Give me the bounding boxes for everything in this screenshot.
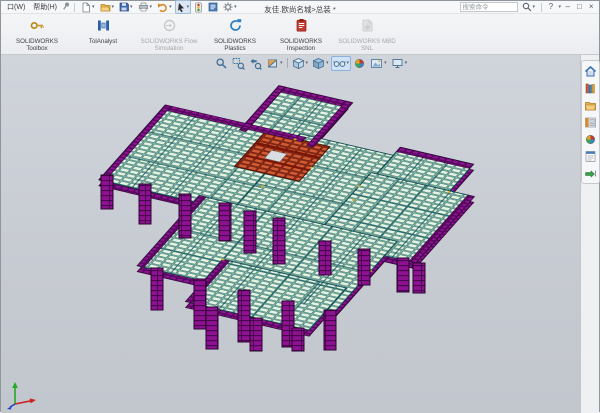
divider xyxy=(74,3,75,12)
addin-mbd-button: SOLIDWORKS MBD SNL xyxy=(335,17,399,52)
display-style-button[interactable]: ▾ xyxy=(310,56,331,71)
dropdown-caret-icon: ▾ xyxy=(306,61,309,66)
plastics-icon xyxy=(228,18,243,38)
dropdown-caret-icon: ▾ xyxy=(533,5,536,10)
solidworks-window: 口(W) 帮助(H) ▾ ▾ ▾ ▾ ▾ ▾ ▾ 友佳.欧尚名城>总装 * ▾ … xyxy=(0,0,600,412)
divider xyxy=(541,3,542,12)
view-settings-button[interactable]: ▾ xyxy=(389,56,410,71)
addin-tolanalyst-button[interactable]: TolAnalyst xyxy=(71,17,135,46)
addin-flow-simulation-button: SOLIDWORKS Flow Simulation xyxy=(137,17,201,52)
restore-button[interactable]: □ xyxy=(574,3,584,11)
save-button[interactable]: ▾ xyxy=(117,0,135,14)
solidworks-forum-button[interactable] xyxy=(583,166,597,180)
addin-label: TolAnalyst xyxy=(73,39,133,46)
dropdown-caret-icon: ▾ xyxy=(130,5,133,10)
undo-button[interactable]: ▾ xyxy=(155,0,174,14)
dropdown-caret-icon: ▾ xyxy=(559,5,562,10)
view-orientation-button[interactable]: ▾ xyxy=(290,56,311,71)
mbd-icon xyxy=(360,18,375,38)
design-library-button[interactable] xyxy=(583,81,597,95)
appearances-scenes-button[interactable] xyxy=(583,132,597,146)
new-document-button[interactable]: ▾ xyxy=(79,0,97,14)
dropdown-caret-icon: ▾ xyxy=(92,5,95,10)
pin-icon[interactable] xyxy=(62,1,70,13)
divider xyxy=(287,58,288,68)
dropdown-caret-icon: ▾ xyxy=(187,5,190,10)
dropdown-caret-icon: ▾ xyxy=(150,5,153,10)
search-input[interactable] xyxy=(460,2,518,12)
addin-toolbox-button[interactable]: SOLIDWORKS Toolbox xyxy=(5,17,69,52)
previous-view-button[interactable] xyxy=(247,56,264,71)
view-palette-button[interactable] xyxy=(583,115,597,129)
select-button[interactable]: ▾ xyxy=(175,0,192,14)
file-properties-button[interactable] xyxy=(206,0,220,14)
custom-properties-button[interactable] xyxy=(583,149,597,163)
dropdown-caret-icon: ▾ xyxy=(405,61,408,66)
print-button[interactable]: ▾ xyxy=(136,0,155,14)
dropdown-caret-icon: ▾ xyxy=(384,61,387,66)
dropdown-caret-icon: ▾ xyxy=(169,5,172,10)
task-pane-tabs xyxy=(581,60,600,184)
rebuild-button[interactable] xyxy=(192,0,205,14)
dropdown-caret-icon: ▾ xyxy=(234,5,237,10)
addin-label: SOLIDWORKS Inspection xyxy=(271,39,331,52)
tolanalyst-icon xyxy=(96,18,111,38)
close-button[interactable]: × xyxy=(586,3,596,11)
zoom-to-fit-button[interactable] xyxy=(213,56,230,71)
section-view-button[interactable]: ▾ xyxy=(264,56,285,71)
graphics-area[interactable]: ▾ ▾ ▾ ▾ ▾ ▾ xyxy=(1,55,582,413)
addin-inspection-button[interactable]: SOLIDWORKS Inspection xyxy=(269,17,333,52)
addin-label: SOLIDWORKS Plastics xyxy=(205,39,265,52)
options-button[interactable]: ▾ xyxy=(221,0,239,14)
flow-simulation-icon xyxy=(162,18,177,38)
solidworks-resources-button[interactable] xyxy=(583,64,597,78)
task-pane xyxy=(580,55,599,413)
hide-show-items-button[interactable]: ▾ xyxy=(331,56,352,71)
dropdown-caret-icon: ▾ xyxy=(280,61,283,66)
addin-label: SOLIDWORKS Toolbox xyxy=(7,39,67,52)
dropdown-caret-icon: ▾ xyxy=(347,61,350,66)
file-explorer-button[interactable] xyxy=(583,98,597,112)
menu-window[interactable]: 口(W) xyxy=(4,2,28,12)
addin-label: SOLIDWORKS Flow Simulation xyxy=(139,39,199,52)
toolbox-icon xyxy=(30,18,45,38)
apply-scene-button[interactable]: ▾ xyxy=(368,56,389,71)
dropdown-caret-icon: ▾ xyxy=(326,61,329,66)
quick-access-toolbar: ▾ ▾ ▾ ▾ ▾ ▾ ▾ xyxy=(79,0,239,14)
minimize-button[interactable]: – xyxy=(563,3,572,11)
inspection-icon xyxy=(294,18,309,38)
reference-triad xyxy=(4,378,44,410)
search-button[interactable]: ▾ xyxy=(520,0,538,14)
dropdown-caret-icon: ▾ xyxy=(112,5,115,10)
addin-label: SOLIDWORKS MBD SNL xyxy=(337,39,397,52)
ribbon-addins: SOLIDWORKS Toolbox TolAnalyst SOLIDWORKS… xyxy=(1,14,599,55)
edit-appearance-button[interactable] xyxy=(351,56,368,71)
open-button[interactable]: ▾ xyxy=(98,0,117,14)
titlebar-right: ▾ ? ▾ – □ × xyxy=(460,0,596,14)
menu-help[interactable]: 帮助(H) xyxy=(30,2,60,12)
zoom-to-area-button[interactable] xyxy=(230,56,247,71)
help-button[interactable]: ? xyxy=(546,3,555,11)
addin-plastics-button[interactable]: SOLIDWORKS Plastics xyxy=(203,17,267,52)
title-bar: 口(W) 帮助(H) ▾ ▾ ▾ ▾ ▾ ▾ ▾ 友佳.欧尚名城>总装 * ▾ … xyxy=(1,1,599,14)
assembly-model xyxy=(1,55,582,413)
heads-up-toolbar: ▾ ▾ ▾ ▾ ▾ ▾ xyxy=(213,56,409,70)
